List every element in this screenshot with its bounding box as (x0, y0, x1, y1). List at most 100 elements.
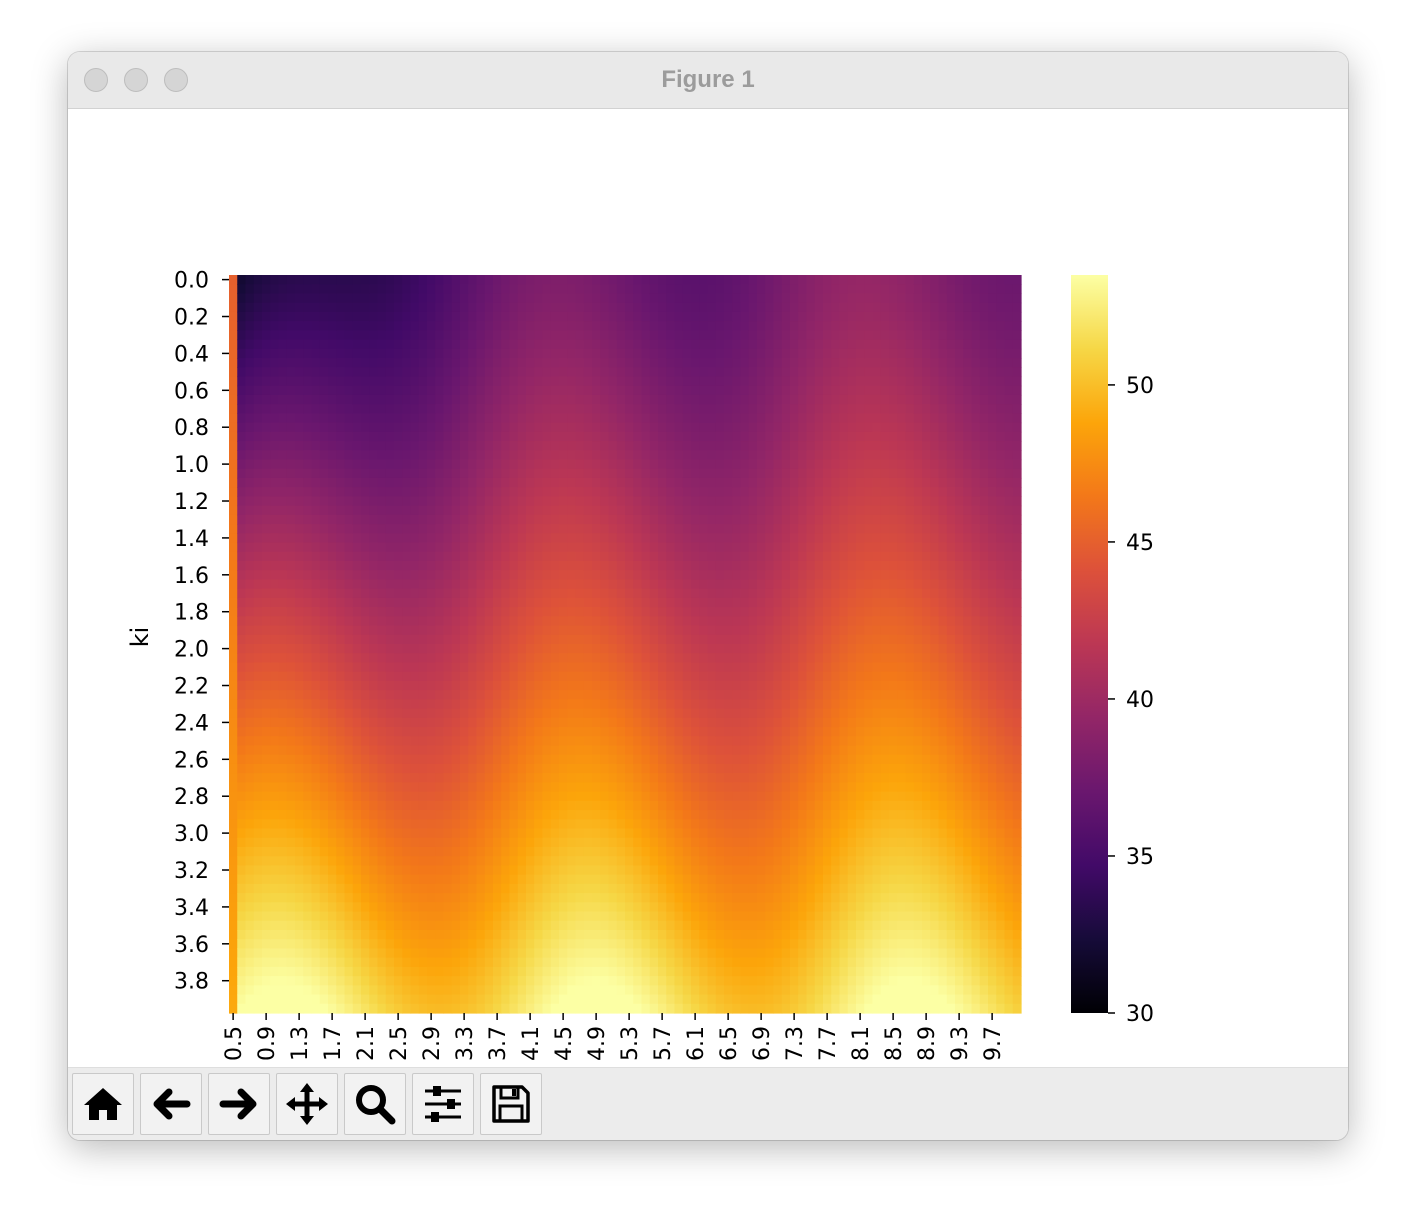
heatmap-cell (707, 607, 717, 617)
heatmap-cell (732, 588, 742, 599)
heatmap-cell (608, 856, 618, 866)
heatmap-cell (567, 431, 577, 442)
heatmap-cell (270, 874, 280, 885)
heatmap-cell (237, 671, 247, 682)
heatmap-cell (526, 542, 535, 553)
heatmap-cell (410, 745, 420, 756)
heatmap-cell (583, 404, 593, 414)
heatmap-cell (262, 791, 271, 802)
heatmap-cell (550, 773, 560, 783)
heatmap-cell (674, 644, 684, 654)
heatmap-cell (509, 911, 519, 922)
heatmap-cell (237, 662, 247, 673)
heatmap-cell (427, 459, 436, 470)
heatmap-cell (575, 441, 585, 451)
heatmap-cell (336, 293, 346, 304)
heatmap-cell (253, 810, 263, 820)
heatmap-cell (336, 782, 346, 793)
heatmap-cell (542, 560, 552, 571)
heatmap-cell (328, 441, 337, 451)
heatmap-cell (328, 819, 337, 830)
heatmap-cell (649, 330, 659, 341)
heatmap-cell (658, 579, 667, 590)
heatmap-cell (625, 883, 634, 894)
heatmap-cell (666, 911, 676, 922)
heatmap-cell (328, 690, 337, 700)
heatmap-cell (699, 311, 709, 322)
heatmap-cell (575, 293, 585, 304)
heatmap-cell (542, 487, 552, 497)
heatmap-cell (493, 607, 502, 617)
heatmap-cell (369, 865, 379, 876)
heatmap-cell (550, 339, 560, 350)
heatmap-cell (278, 883, 288, 894)
heatmap-cell (526, 348, 535, 359)
heatmap-cell (253, 708, 263, 719)
heatmap-cell (237, 459, 247, 470)
heatmap-cell (377, 939, 387, 950)
heatmap-cell (427, 330, 436, 341)
heatmap-cell (394, 496, 403, 507)
heatmap-cell (501, 597, 511, 608)
heatmap-cell (699, 588, 709, 599)
heatmap-cell (641, 865, 651, 876)
heatmap-cell (575, 560, 585, 571)
heatmap-cell (666, 662, 676, 673)
heatmap-cell (245, 985, 255, 996)
heatmap-cell (633, 496, 643, 507)
heatmap-cell (369, 948, 379, 959)
heatmap-cell (476, 745, 486, 756)
heatmap-cell (443, 837, 453, 848)
heatmap-cell (674, 948, 684, 959)
heatmap-cell (666, 893, 676, 903)
heatmap-cell (691, 708, 700, 719)
heatmap-cell (724, 662, 733, 673)
heatmap-cell (674, 782, 684, 793)
heatmap-cell (509, 431, 519, 442)
heatmap-cell (385, 625, 395, 636)
heatmap-cell (567, 367, 577, 378)
heatmap-cell (270, 496, 280, 507)
heatmap-cell (493, 330, 502, 341)
heatmap-cell (361, 293, 370, 304)
heatmap-cell (583, 459, 593, 470)
heatmap-cell (534, 837, 544, 848)
heatmap-cell (468, 459, 478, 470)
heatmap-cell (682, 708, 692, 719)
heatmap-cell (344, 311, 354, 322)
heatmap-cell (303, 754, 313, 765)
heatmap-cell (476, 708, 486, 719)
heatmap-cell (451, 275, 461, 285)
heatmap-cell (484, 929, 494, 940)
heatmap-cell (641, 468, 651, 479)
heatmap-cell (451, 394, 461, 405)
heatmap-cell (229, 542, 238, 553)
heatmap-cell (691, 966, 700, 977)
heatmap-cell (451, 791, 461, 802)
heatmap-cell (493, 736, 502, 747)
heatmap-cell (451, 625, 461, 636)
heatmap-cell (262, 284, 271, 295)
heatmap-cell (418, 376, 428, 387)
heatmap-cell (666, 680, 676, 691)
heatmap-cell (336, 671, 346, 682)
heatmap-cell (262, 736, 271, 747)
heatmap-cell (633, 782, 643, 793)
heatmap-cell (435, 422, 445, 433)
heatmap-cell (732, 524, 742, 534)
heatmap-cell (666, 690, 676, 700)
heatmap-cell (583, 662, 593, 673)
heatmap-cell (361, 477, 370, 488)
heatmap-cell (270, 524, 280, 534)
heatmap-cell (567, 773, 577, 783)
heatmap-cell (542, 819, 552, 830)
heatmap-cell (418, 570, 428, 581)
heatmap-cell (608, 837, 618, 848)
heatmap-cell (311, 699, 321, 710)
heatmap-cell (245, 634, 255, 645)
heatmap-cell (600, 376, 610, 387)
heatmap-cell (311, 763, 321, 774)
heatmap-cell (435, 976, 445, 986)
heatmap-cell (649, 846, 659, 857)
heatmap-cell (295, 533, 304, 544)
